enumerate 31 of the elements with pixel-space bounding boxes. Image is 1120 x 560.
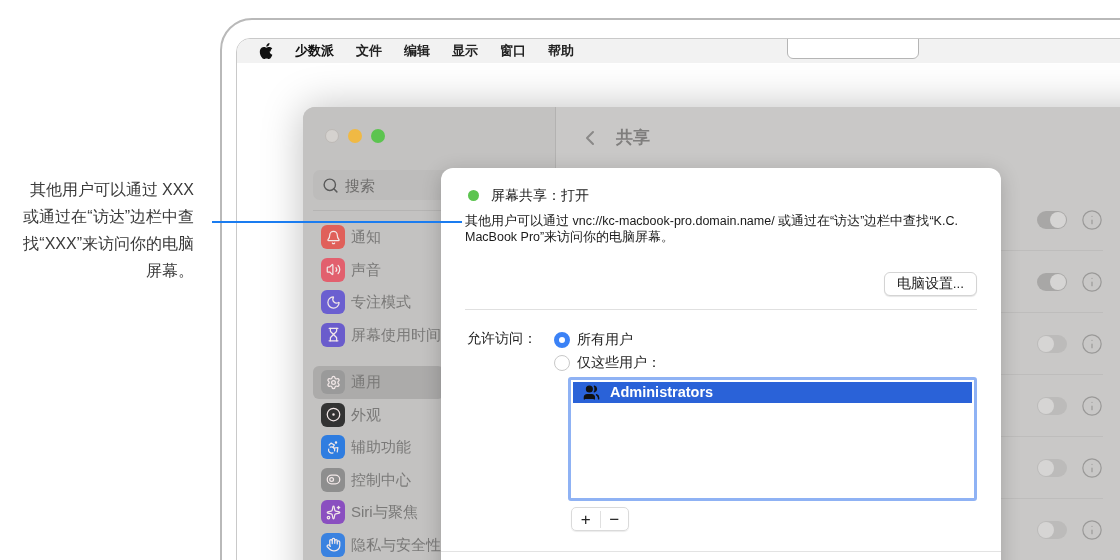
menu-item[interactable]: 显示 — [452, 41, 478, 61]
app-menu[interactable]: 少数派 — [295, 41, 334, 61]
access-label: 允许访问： — [466, 329, 538, 348]
info-icon[interactable] — [1081, 456, 1103, 479]
user-row[interactable]: Administrators — [573, 382, 972, 403]
apple-logo-icon[interactable] — [259, 43, 273, 59]
info-icon[interactable] — [1081, 394, 1103, 417]
add-button[interactable]: + — [572, 510, 601, 528]
toggle-switch[interactable] — [1037, 272, 1067, 291]
callout-text: 其他用户可以通过 XXX 或通过在“访达”边栏中查找“XXX”来访问你的电脑屏幕。 — [22, 180, 194, 281]
sharing-description: 其他用户可以通过 vnc://kc-macbook-pro.domain.name/ 或通过在“访达”边栏中查找“K.C. MacBook Pro”来访问你的电脑屏幕。 — [465, 213, 959, 245]
computer-settings-button[interactable]: 电脑设置... — [883, 272, 977, 296]
info-icon[interactable] — [1081, 208, 1103, 231]
toggle-switch[interactable] — [1037, 396, 1067, 415]
info-icon[interactable] — [1081, 270, 1103, 293]
menu-item[interactable]: 编辑 — [404, 41, 430, 61]
info-icon[interactable] — [1081, 332, 1103, 355]
search-icon — [322, 177, 339, 194]
radio-option[interactable]: 仅这些用户： — [554, 351, 977, 374]
group-icon — [583, 384, 600, 401]
toggle-switch[interactable] — [1037, 458, 1067, 477]
toggle-switch[interactable] — [1037, 520, 1067, 539]
menu-item[interactable]: 窗口 — [500, 41, 526, 61]
menu-item[interactable]: 文件 — [356, 41, 382, 61]
toggle-switch[interactable] — [1037, 334, 1067, 353]
toggle-switch[interactable] — [1037, 210, 1067, 229]
menu-item[interactable]: 帮助 — [548, 41, 574, 61]
window-title: 共享 — [616, 127, 650, 150]
radio-option[interactable]: 所有用户 — [554, 328, 977, 351]
remove-button[interactable]: − — [600, 510, 628, 528]
info-icon[interactable] — [1081, 518, 1103, 541]
